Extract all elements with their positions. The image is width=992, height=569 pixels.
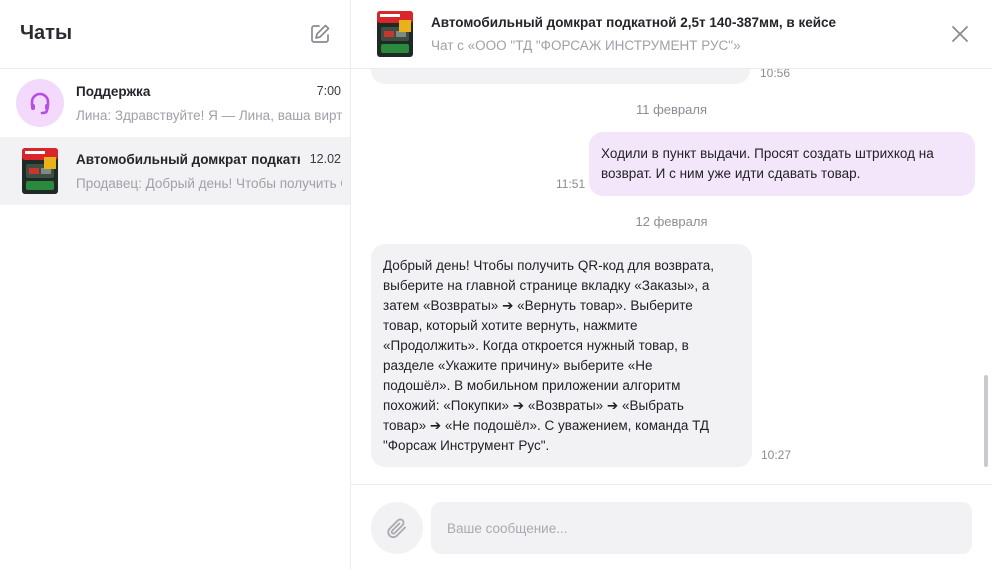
message-time: 10:56 [760, 69, 791, 80]
message-line: товар, который хотите вернуть, нажмите [383, 318, 638, 333]
close-icon[interactable] [950, 24, 970, 44]
message-line: Добрый день! Чтобы получить QR-код для в… [383, 258, 715, 273]
message-line: товар» ➔ «Не подошёл». С уважением, кома… [383, 418, 710, 433]
chat-item-time: 12.02 [309, 152, 341, 166]
conversation-title: Автомобильный домкрат подкатной 2,5т 140… [431, 15, 837, 30]
chat-item-preview: Лина: Здравствуйте! Я — Лина, ваша вирту… [76, 108, 342, 123]
message-incoming [371, 69, 750, 84]
message-line: похожий: «Покупки» ➔ «Возвраты» ➔ «Выбра… [383, 398, 684, 413]
edit-icon[interactable] [308, 22, 332, 46]
chat-item-support[interactable]: Поддержка 7:00 Лина: Здравствуйте! Я — Л… [0, 69, 350, 137]
chat-list-header: Чаты [0, 0, 350, 69]
conversation-panel: Автомобильный домкрат подкатной 2,5т 140… [351, 0, 992, 569]
message-time: 10:27 [761, 448, 792, 462]
conversation-subtitle: Чат с «ООО "ТД "ФОРСАЖ ИНСТРУМЕНТ РУС"» [431, 38, 741, 53]
chat-item-product[interactable]: Автомобильный домкрат подкатной 2,5т 140… [0, 137, 350, 205]
message-input[interactable] [431, 502, 972, 554]
message-line: затем «Возвраты» ➔ «Вернуть товар». Выбе… [383, 298, 693, 313]
message-line: возврат. И с ним уже идти сдавать товар. [601, 166, 861, 181]
product-image [377, 11, 413, 57]
chat-window: Чаты Поддержка 7:00 Лина: Здравствуйте! … [0, 0, 992, 569]
message-line: выберите на главной странице вкладку «За… [383, 278, 710, 293]
message-line: Ходили в пункт выдачи. Просят создать шт… [601, 146, 934, 161]
support-avatar [16, 79, 64, 127]
date-separator: 12 февраля [635, 214, 708, 229]
message-line: подошёл». В мобильном приложении алгорит… [383, 378, 681, 393]
date-separator: 11 февраля [635, 102, 708, 117]
product-image [22, 148, 58, 194]
chat-list-panel: Чаты Поддержка 7:00 Лина: Здравствуйте! … [0, 0, 351, 569]
message-outgoing: Ходили в пункт выдачи. Просят создать шт… [589, 132, 975, 196]
message-incoming: Добрый день! Чтобы получить QR-код для в… [371, 244, 752, 467]
message-line: разделе «Укажите причину» выберите «Не [383, 358, 653, 373]
message-composer [351, 484, 992, 569]
product-thumbnail[interactable] [376, 10, 414, 58]
message-scrollbar[interactable] [984, 375, 988, 467]
paperclip-icon [387, 518, 406, 539]
chat-item-name: Автомобильный домкрат подкатной 2,5т 140… [76, 152, 300, 167]
attach-button[interactable] [371, 502, 423, 554]
message-line: «Продолжить». Когда откроется нужный тов… [383, 338, 689, 353]
chat-item-name: Поддержка [76, 84, 151, 99]
chat-item-preview: Продавец: Добрый день! Чтобы получить QR… [76, 176, 342, 191]
conversation-header: Автомобильный домкрат подкатной 2,5т 140… [351, 0, 992, 69]
message-line: "Форсаж Инструмент Рус". [383, 438, 550, 453]
chat-list-title: Чаты [20, 22, 73, 44]
message-time: 11:51 [556, 177, 586, 191]
product-avatar [20, 147, 60, 195]
message-list[interactable]: 10:56 11 февраля 11:51 Ходили в пункт вы… [351, 69, 992, 484]
headset-icon [30, 92, 50, 115]
chat-item-time: 7:00 [316, 84, 341, 98]
